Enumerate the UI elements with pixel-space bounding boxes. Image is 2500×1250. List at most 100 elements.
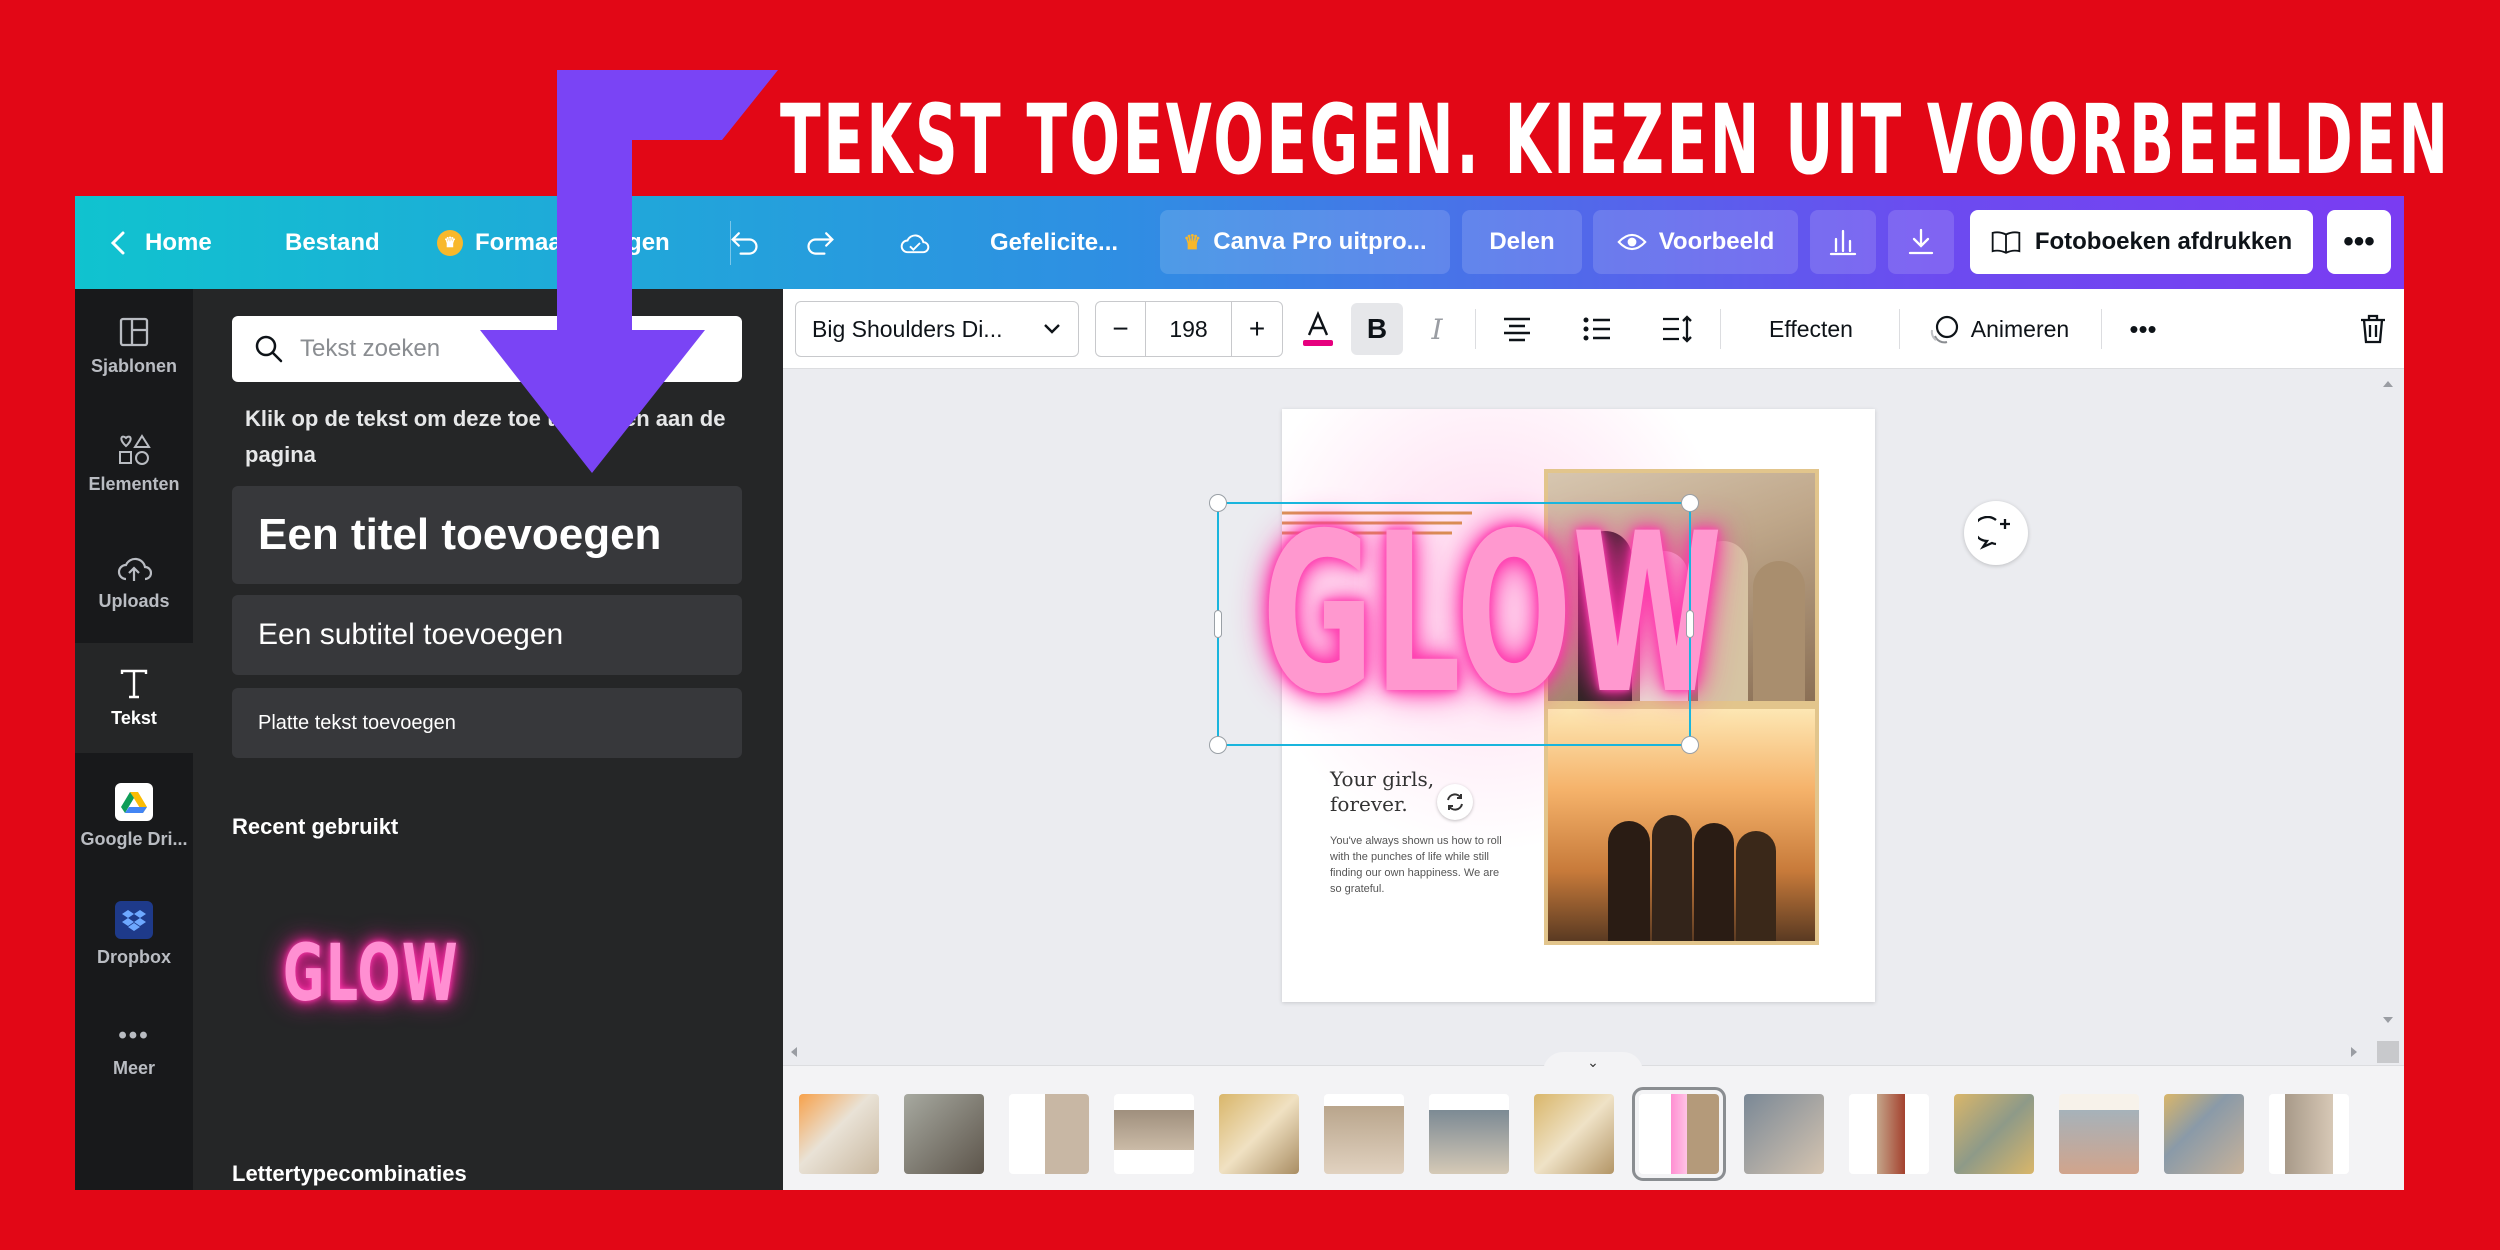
- effects-label: Effecten: [1769, 315, 1853, 342]
- share-button[interactable]: Delen: [1462, 210, 1582, 274]
- file-menu[interactable]: Bestand: [285, 196, 380, 289]
- rail-item-google-drive[interactable]: Google Dri...: [75, 761, 193, 871]
- home-button[interactable]: Home: [103, 196, 212, 289]
- search-input[interactable]: Tekst zoeken: [232, 316, 742, 382]
- italic-icon: I: [1431, 312, 1443, 346]
- text-icon: [120, 669, 148, 698]
- font-size-input[interactable]: 198: [1146, 302, 1232, 356]
- effects-button[interactable]: Effecten: [1736, 289, 1886, 369]
- insights-button[interactable]: [1810, 210, 1876, 274]
- rail-item-text[interactable]: Tekst: [75, 643, 193, 753]
- body-copy[interactable]: You've always shown us how to roll with …: [1330, 833, 1505, 897]
- design-title[interactable]: Gefelicite...: [990, 196, 1118, 289]
- rail-item-templates[interactable]: Sjablonen: [75, 291, 193, 401]
- page-thumbnail[interactable]: [2269, 1094, 2349, 1174]
- resize-handle[interactable]: [1681, 736, 1699, 754]
- cloud-check-icon: [900, 228, 930, 258]
- add-comment-button[interactable]: [1964, 501, 2028, 565]
- recent-heading: Recent gebruikt: [232, 814, 399, 839]
- page-thumbnail[interactable]: [1954, 1094, 2034, 1174]
- page-strip-toggle[interactable]: ⌄: [1543, 1052, 1643, 1072]
- text-color-icon: [1303, 311, 1333, 346]
- canva-editor: Home Bestand ♛ Formaat wijzigen Gefelici…: [75, 196, 2404, 1190]
- page-thumbnail[interactable]: [1009, 1094, 1089, 1174]
- add-body-text-button[interactable]: Platte tekst toevoegen: [232, 688, 742, 758]
- page-strip: ⌄: [783, 1052, 2404, 1190]
- crown-icon: ♛: [437, 229, 463, 256]
- vertical-scrollbar[interactable]: [2378, 377, 2398, 1027]
- canva-pro-button[interactable]: ♛ Canva Pro uitpro...: [1160, 210, 1450, 274]
- line-spacing-icon: [1663, 315, 1692, 343]
- format-toolbar: Big Shoulders Di... − 198 + B I Effecten: [783, 289, 2404, 369]
- file-label: Bestand: [285, 228, 380, 256]
- page-thumbnail[interactable]: [1849, 1094, 1929, 1174]
- side-handle[interactable]: [1214, 610, 1222, 638]
- subheading-text[interactable]: Your girls, forever.: [1330, 767, 1434, 817]
- layout-icon: [119, 317, 149, 346]
- add-subtitle-label: Een subtitel toevoegen: [258, 618, 564, 651]
- more-options-button[interactable]: •••: [2327, 210, 2391, 274]
- page-thumbnail[interactable]: [1324, 1094, 1404, 1174]
- align-button[interactable]: [1490, 289, 1544, 369]
- page-thumbnail[interactable]: [1744, 1094, 1824, 1174]
- font-family-select[interactable]: Big Shoulders Di...: [795, 301, 1079, 357]
- list-button[interactable]: [1570, 289, 1624, 369]
- rail-label: Tekst: [111, 707, 157, 728]
- print-photobook-button[interactable]: Fotoboeken afdrukken: [1970, 210, 2313, 274]
- redo-button[interactable]: [805, 196, 835, 289]
- resize-button[interactable]: ♛ Formaat wijzigen: [437, 196, 670, 289]
- bullet-list-icon: [1583, 317, 1610, 341]
- rotate-icon: [1447, 793, 1463, 811]
- side-handle[interactable]: [1686, 610, 1694, 638]
- bar-chart-icon: [1828, 227, 1858, 257]
- chevron-down-icon: [1044, 324, 1060, 334]
- redo-icon: [805, 228, 835, 258]
- bold-button[interactable]: B: [1351, 303, 1403, 355]
- text-color-button[interactable]: [1290, 289, 1346, 369]
- italic-button[interactable]: I: [1411, 289, 1463, 369]
- page-thumbnail[interactable]: [2059, 1094, 2139, 1174]
- animate-button[interactable]: Animeren: [1910, 289, 2088, 369]
- page-thumbnail[interactable]: [904, 1094, 984, 1174]
- download-icon: [1906, 227, 1936, 257]
- page-thumbnail[interactable]: [1534, 1094, 1614, 1174]
- rail-item-dropbox[interactable]: Dropbox: [75, 879, 193, 989]
- undo-button[interactable]: [730, 196, 760, 289]
- font-size-stepper: − 198 +: [1095, 301, 1283, 357]
- resize-handle[interactable]: [1681, 494, 1699, 512]
- page-thumbnail[interactable]: [1429, 1094, 1509, 1174]
- spacing-button[interactable]: [1650, 289, 1704, 369]
- home-label: Home: [145, 228, 212, 256]
- download-button[interactable]: [1888, 210, 1954, 274]
- undo-icon: [730, 228, 760, 258]
- page-thumbnail[interactable]: [1632, 1087, 1726, 1181]
- more-icon: •••: [2343, 225, 2375, 258]
- resize-handle[interactable]: [1209, 494, 1227, 512]
- rail-item-elements[interactable]: Elementen: [75, 409, 193, 519]
- google-drive-icon: [115, 782, 153, 821]
- add-subtitle-button[interactable]: Een subtitel toevoegen: [232, 595, 742, 675]
- rail-item-uploads[interactable]: Uploads: [75, 527, 193, 637]
- font-size-increase[interactable]: +: [1232, 302, 1282, 356]
- preview-button[interactable]: Voorbeeld: [1593, 210, 1798, 274]
- rail-item-more[interactable]: ••• Meer: [75, 995, 193, 1105]
- rail-label: Google Dri...: [80, 828, 188, 849]
- crown-icon: ♛: [1183, 231, 1202, 254]
- page-thumbnail[interactable]: [1114, 1094, 1194, 1174]
- page-thumbnail[interactable]: [799, 1094, 879, 1174]
- page-thumbnail[interactable]: [1219, 1094, 1299, 1174]
- more-format-button[interactable]: •••: [2115, 289, 2171, 369]
- more-icon: •••: [2129, 313, 2157, 344]
- recent-glow-preset[interactable]: GLOW: [283, 929, 459, 1019]
- add-title-button[interactable]: Een titel toevoegen: [232, 486, 742, 584]
- page-thumbnail[interactable]: [2164, 1094, 2244, 1174]
- font-size-decrease[interactable]: −: [1096, 302, 1146, 356]
- resize-handle[interactable]: [1209, 736, 1227, 754]
- panel-hint: Klik op de tekst om deze toe te voegen a…: [245, 406, 726, 467]
- save-status[interactable]: [900, 196, 930, 289]
- rotate-button[interactable]: [1437, 784, 1473, 820]
- design-page[interactable]: GLOW Your girls, forever. You've always …: [1209, 409, 1875, 1002]
- delete-button[interactable]: [2351, 289, 2395, 369]
- chevron-left-icon: [103, 228, 133, 258]
- search-placeholder: Tekst zoeken: [300, 335, 441, 362]
